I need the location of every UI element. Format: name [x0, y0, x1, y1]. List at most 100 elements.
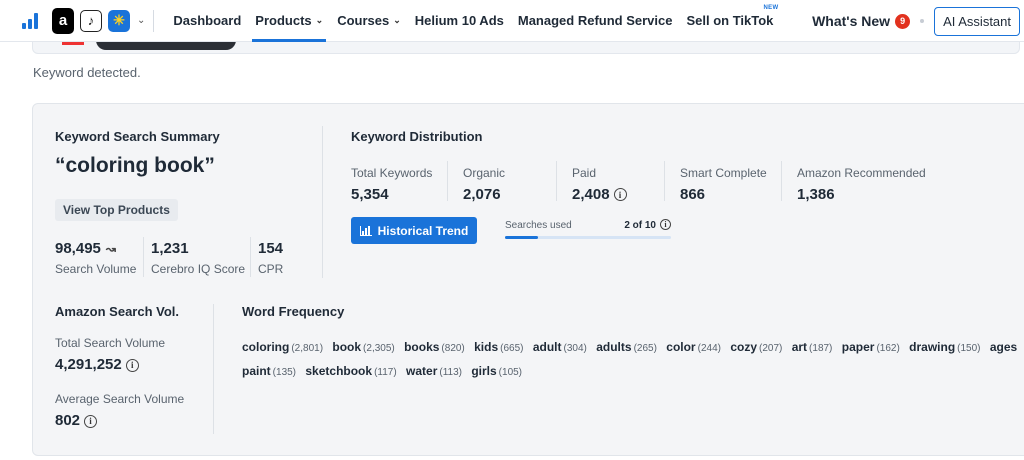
word-frequency-list: coloring (2,801) book (2,305) books (820) k… [242, 336, 1024, 384]
keyword-phrase: “coloring book” [55, 154, 215, 177]
cerebro-iq-value: 1,231 [151, 240, 189, 257]
word: sketchbook [305, 364, 373, 378]
search-volume-metric: 98,495 ↝ Search Volume [55, 240, 136, 276]
total-search-volume-value: 4,291,252 [55, 356, 122, 373]
word: kids [474, 340, 499, 354]
nav-dot-divider [920, 19, 925, 23]
word-count: (113) [439, 367, 462, 378]
historical-trend-button[interactable]: Historical Trend [351, 217, 477, 244]
total-search-volume: 4,291,252 i [55, 356, 139, 373]
metric-divider [143, 237, 144, 277]
amazon-search-vol-title: Amazon Search Vol. [55, 304, 180, 319]
amazon-recommended-label: Amazon Recommended [797, 166, 926, 180]
paid-value: 2,408 [572, 186, 610, 203]
word-frequency-item[interactable]: adults (265) [596, 340, 657, 354]
view-top-products-button[interactable]: View Top Products [55, 199, 178, 221]
nav-link-dashboard[interactable]: Dashboard [166, 0, 248, 42]
bar-chart-icon [359, 225, 372, 236]
nav-link-label: Managed Refund Service [517, 13, 673, 28]
word-count: (150) [957, 343, 981, 354]
metric-divider [664, 161, 665, 201]
word-frequency-item[interactable]: adult (304) [533, 340, 587, 354]
average-search-volume: 802 i [55, 412, 98, 429]
new-badge: NEW [763, 4, 779, 11]
word: girls [471, 364, 497, 378]
distribution-title: Keyword Distribution [351, 129, 483, 144]
organic-value: 2,076 [463, 186, 501, 203]
nav-left: a ♪ ✳ ⌄ [0, 7, 145, 34]
smart-complete-label: Smart Complete [680, 166, 767, 180]
word-frequency-item[interactable]: cozy (207) [730, 340, 782, 354]
amazon-recommended-metric: Amazon Recommended 1,386 [797, 161, 926, 203]
amazon-icon[interactable]: a [52, 7, 74, 34]
word: ages [989, 340, 1018, 354]
word-count: (265) [633, 343, 657, 354]
paid-label: Paid [572, 166, 597, 180]
nav-link-managed-refund-service[interactable]: Managed Refund Service [511, 0, 680, 42]
word-frequency-item[interactable]: art (187) [792, 340, 833, 354]
word-count: (2,801) [291, 343, 324, 354]
average-search-volume-label: Average Search Volume [55, 392, 185, 406]
nav-right: What's New 9 AI Assistant [812, 0, 1020, 42]
word-frequency-item[interactable]: water (113) [406, 364, 462, 378]
word-frequency-item[interactable]: book (2,305) [332, 340, 394, 354]
search-volume-label: Search Volume [55, 262, 137, 276]
metric-divider [556, 161, 557, 201]
nav-link-sell-on-tiktok[interactable]: Sell on TikTok NEW [679, 0, 780, 42]
trend-chart-icon[interactable]: ↝ [106, 242, 116, 256]
info-icon[interactable]: i [660, 219, 671, 230]
average-search-volume-value: 802 [55, 412, 81, 429]
nav-link-label: Products [255, 13, 312, 28]
top-nav: a ♪ ✳ ⌄ Dashboard Products ⌄ Courses ⌄ Hel… [0, 0, 1024, 42]
cpr-label: CPR [258, 262, 284, 276]
walmart-icon[interactable]: ✳ [108, 9, 130, 32]
word-count: (820) [441, 343, 465, 354]
tiktok-icon[interactable]: ♪ [80, 9, 102, 32]
word-count: (187) [809, 343, 833, 354]
word-count: (162) [876, 343, 900, 354]
whats-new-button[interactable]: What's New 9 [812, 13, 911, 29]
info-icon[interactable]: i [613, 188, 627, 201]
word: book [332, 340, 362, 354]
info-icon[interactable]: i [125, 358, 139, 372]
word-frequency-item[interactable]: paint (135) [242, 364, 296, 378]
info-icon[interactable]: i [84, 414, 98, 428]
chevron-down-icon[interactable]: ⌄ [137, 15, 145, 26]
cerebro-iq-metric: 1,231 Cerebro IQ Score [151, 240, 245, 276]
word-count: (665) [500, 343, 524, 354]
summary-title: Keyword Search Summary [55, 129, 220, 144]
word: paper [841, 340, 875, 354]
word: adults [596, 340, 632, 354]
helium10-logo-icon[interactable] [22, 12, 38, 29]
searches-used-progress-bar [505, 236, 671, 239]
searches-used-label: Searches used [505, 219, 572, 231]
nav-link-helium10-ads[interactable]: Helium 10 Ads [408, 0, 511, 42]
ai-assistant-button[interactable]: AI Assistant [934, 6, 1020, 36]
word-count: (117) [374, 367, 397, 378]
word: art [791, 340, 808, 354]
word-frequency-item[interactable]: girls (105) [471, 364, 522, 378]
chevron-down-icon: ⌄ [393, 15, 401, 25]
word-frequency-item[interactable]: paper (162) [842, 340, 900, 354]
notification-count-badge: 9 [895, 13, 911, 29]
word-frequency-item[interactable]: books (820) [404, 340, 465, 354]
total-keywords-value: 5,354 [351, 186, 389, 203]
nav-links: Dashboard Products ⌄ Courses ⌄ Helium 10 A… [166, 0, 780, 42]
keyword-status-text: Keyword detected. [33, 65, 141, 80]
amazon-recommended-value: 1,386 [797, 186, 835, 203]
word-frequency-item[interactable]: color (244) [666, 340, 721, 354]
word: water [406, 364, 438, 378]
word-frequency-item[interactable]: drawing (150) [909, 340, 980, 354]
historical-trend-label: Historical Trend [377, 223, 469, 238]
word-frequency-item[interactable]: coloring (2,801) [242, 340, 323, 354]
word: drawing [909, 340, 956, 354]
word-frequency-item[interactable]: ages [990, 340, 1019, 354]
word-frequency-item[interactable]: kids (665) [474, 340, 523, 354]
paid-metric: Paid 2,408 i [572, 161, 627, 203]
word: paint [242, 364, 271, 378]
nav-link-courses[interactable]: Courses ⌄ [330, 0, 408, 42]
word-frequency-item[interactable]: sketchbook (117) [305, 364, 396, 378]
nav-link-products[interactable]: Products ⌄ [248, 0, 330, 42]
chevron-down-icon: ⌄ [315, 15, 324, 25]
word-count: (2,305) [363, 343, 395, 354]
